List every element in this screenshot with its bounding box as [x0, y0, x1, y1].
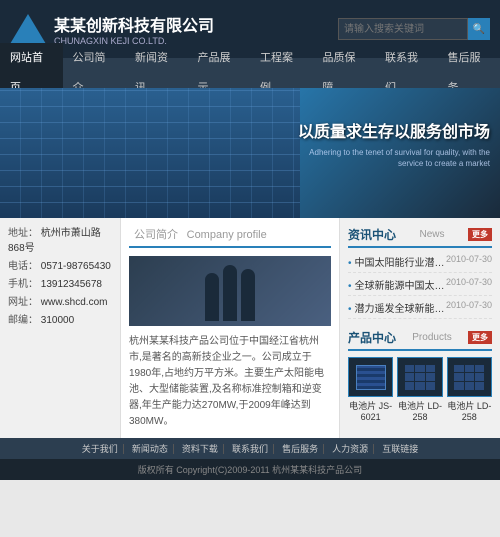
- company-image: [129, 256, 331, 326]
- contact-postal: 邮编： 310000: [8, 313, 112, 328]
- contact-mobile: 手机： 13912345678: [8, 277, 112, 292]
- products-title-cn: 产品中心: [348, 329, 396, 346]
- phone-label: 电话：: [8, 261, 38, 272]
- product-name-1: 电池片 JS-6021: [348, 399, 393, 422]
- news-item: 潜力遥发全球新能源中国太阳 2010-07-30: [348, 300, 492, 319]
- news-more-link[interactable]: 更多: [468, 228, 492, 241]
- mobile-label: 手机：: [8, 279, 38, 290]
- person-2: [223, 265, 237, 321]
- person-1: [205, 273, 219, 321]
- solar-panel-icon: [356, 365, 386, 390]
- contact-address: 地址： 杭州市萧山路868号: [8, 226, 112, 256]
- battery-grid-icon: [405, 365, 435, 390]
- product-img-2: [397, 357, 442, 397]
- news-title-en: News: [420, 229, 445, 240]
- products-title: 产品中心 Products 更多: [348, 329, 492, 351]
- contact-website: 网址： www.shcd.com: [8, 295, 112, 310]
- company-title-en: Company profile: [187, 229, 267, 241]
- right-panel: 资讯中心 News 更多 中国太阳能行业潜力遥发全球 2010-07-30 全球…: [340, 218, 500, 438]
- copyright-text: 版权所有 Copyright(C)2009-2011 杭州某某科技产品公司: [138, 465, 362, 475]
- news-list: 中国太阳能行业潜力遥发全球 2010-07-30 全球新能源中国太阳能行业潜力遥…: [348, 254, 492, 319]
- banner-background: [0, 88, 300, 218]
- postal-label: 邮编：: [8, 315, 38, 326]
- search-input[interactable]: [338, 18, 468, 40]
- postal-value: 310000: [41, 315, 74, 326]
- products-more-link[interactable]: 更多: [468, 331, 492, 344]
- news-text-3: 潜力遥发全球新能源中国太阳: [348, 300, 446, 315]
- main-content: 地址： 杭州市萧山路868号 电话： 0571-98765430 手机： 139…: [0, 218, 500, 438]
- news-date-2: 2010-07-30: [446, 277, 492, 292]
- address-label: 地址：: [8, 228, 38, 239]
- battery-grid-icon-2: [454, 365, 484, 390]
- footer-link-hr[interactable]: 人力资源: [327, 444, 374, 454]
- hero-banner: 以质量求生存以服务创市场 Adhering to the tenet of su…: [0, 88, 500, 218]
- footer-link-contact[interactable]: 联系我们: [227, 444, 274, 454]
- news-title: 资讯中心 News 更多: [348, 226, 492, 248]
- person-3: [241, 269, 255, 321]
- news-date-3: 2010-07-30: [446, 300, 492, 315]
- banner-text-block: 以质量求生存以服务创市场 Adhering to the tenet of su…: [290, 118, 490, 169]
- logo-text: 某某创新科技有限公司 CHUNAGXIN KEJI CO.LTD.: [54, 12, 214, 46]
- footer-link-news[interactable]: 新闻动态: [127, 444, 174, 454]
- company-title-cn: 公司简介: [134, 229, 178, 241]
- footer-link-service[interactable]: 售后服务: [277, 444, 324, 454]
- logo-cn: 某某创新科技有限公司: [54, 12, 214, 36]
- search-button[interactable]: 🔍: [468, 18, 490, 40]
- news-text-1: 中国太阳能行业潜力遥发全球: [348, 254, 446, 269]
- product-item-2: 电池片 LD-258: [397, 357, 442, 422]
- banner-main-text: 以质量求生存以服务创市场: [290, 118, 490, 142]
- product-name-2: 电池片 LD-258: [397, 399, 442, 422]
- footer-copyright: 版权所有 Copyright(C)2009-2011 杭州某某科技产品公司: [0, 459, 500, 480]
- footer-link-download[interactable]: 资料下载: [177, 444, 224, 454]
- product-img-1: [348, 357, 393, 397]
- news-date-1: 2010-07-30: [446, 254, 492, 269]
- search-box: 🔍: [338, 18, 490, 40]
- news-section: 资讯中心 News 更多 中国太阳能行业潜力遥发全球 2010-07-30 全球…: [348, 226, 492, 319]
- nav-bar: 网站首页 公司简介 新闻资讯 产品展示 工程案例 品质保障 联系我们 售后服务: [0, 58, 500, 88]
- company-section: 公司简介 Company profile 杭州某某科技产品公司位于中国经江省杭州…: [120, 218, 340, 438]
- contact-sidebar: 地址： 杭州市萧山路868号 电话： 0571-98765430 手机： 139…: [0, 218, 120, 438]
- news-title-cn: 资讯中心: [348, 226, 396, 243]
- company-section-title: 公司简介 Company profile: [129, 226, 331, 248]
- product-img-3: [447, 357, 492, 397]
- product-item-3: 电池片 LD-258: [447, 357, 492, 422]
- product-grid: 电池片 JS-6021 电池片 LD-258: [348, 357, 492, 422]
- news-item: 全球新能源中国太阳能行业潜力遥发 2010-07-30: [348, 277, 492, 296]
- contact-phone: 电话： 0571-98765430: [8, 259, 112, 274]
- website-label: 网址：: [8, 297, 38, 308]
- products-section: 产品中心 Products 更多 电池片 JS-6021: [348, 329, 492, 422]
- website-value: www.shcd.com: [41, 297, 108, 308]
- footer-link-about[interactable]: 关于我们: [77, 444, 124, 454]
- footer-link-links[interactable]: 互联链接: [377, 444, 423, 454]
- people-image: [205, 261, 255, 321]
- phone-value: 0571-98765430: [41, 261, 111, 272]
- products-title-en: Products: [412, 332, 451, 343]
- product-name-3: 电池片 LD-258: [447, 399, 492, 422]
- logo-area: 某某创新科技有限公司 CHUNAGXIN KEJI CO.LTD.: [10, 12, 214, 46]
- footer-nav: 关于我们 新闻动态 资料下载 联系我们 售后服务 人力资源 互联链接: [0, 438, 500, 459]
- banner-sub-text: Adhering to the tenet of survival for qu…: [290, 147, 490, 169]
- company-description: 杭州某某科技产品公司位于中国经江省杭州市,是著名的高新技企业之一。公司成立于19…: [129, 334, 331, 430]
- news-text-2: 全球新能源中国太阳能行业潜力遥发: [348, 277, 446, 292]
- mobile-value: 13912345678: [41, 279, 102, 290]
- news-item: 中国太阳能行业潜力遥发全球 2010-07-30: [348, 254, 492, 273]
- logo-icon: [10, 14, 46, 44]
- product-item-1: 电池片 JS-6021: [348, 357, 393, 422]
